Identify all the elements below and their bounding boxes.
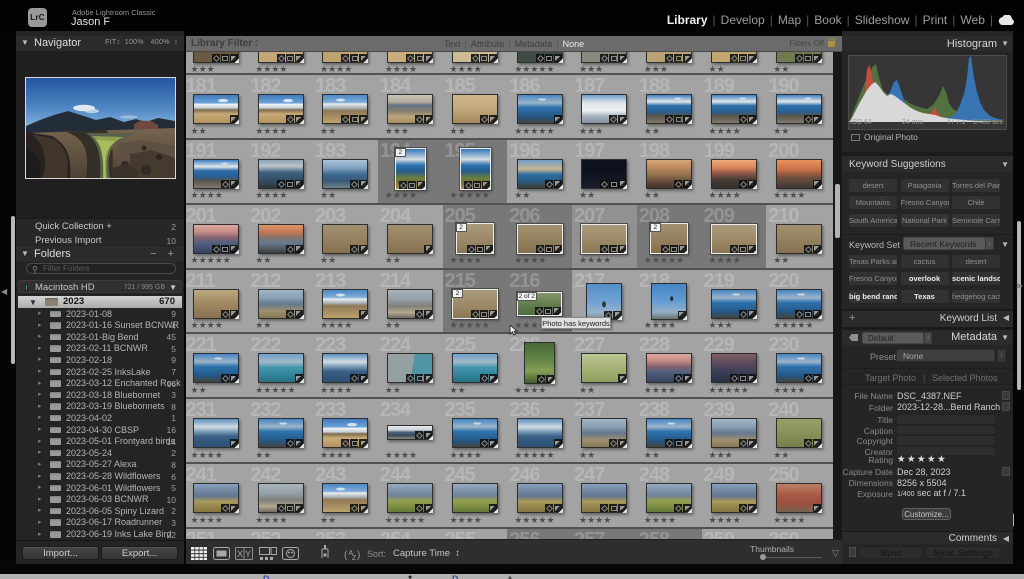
svg-text:): ) [357, 550, 360, 560]
svg-text:Y: Y [245, 549, 251, 559]
svg-text:(: ( [344, 550, 348, 560]
svg-text:X: X [237, 549, 243, 559]
